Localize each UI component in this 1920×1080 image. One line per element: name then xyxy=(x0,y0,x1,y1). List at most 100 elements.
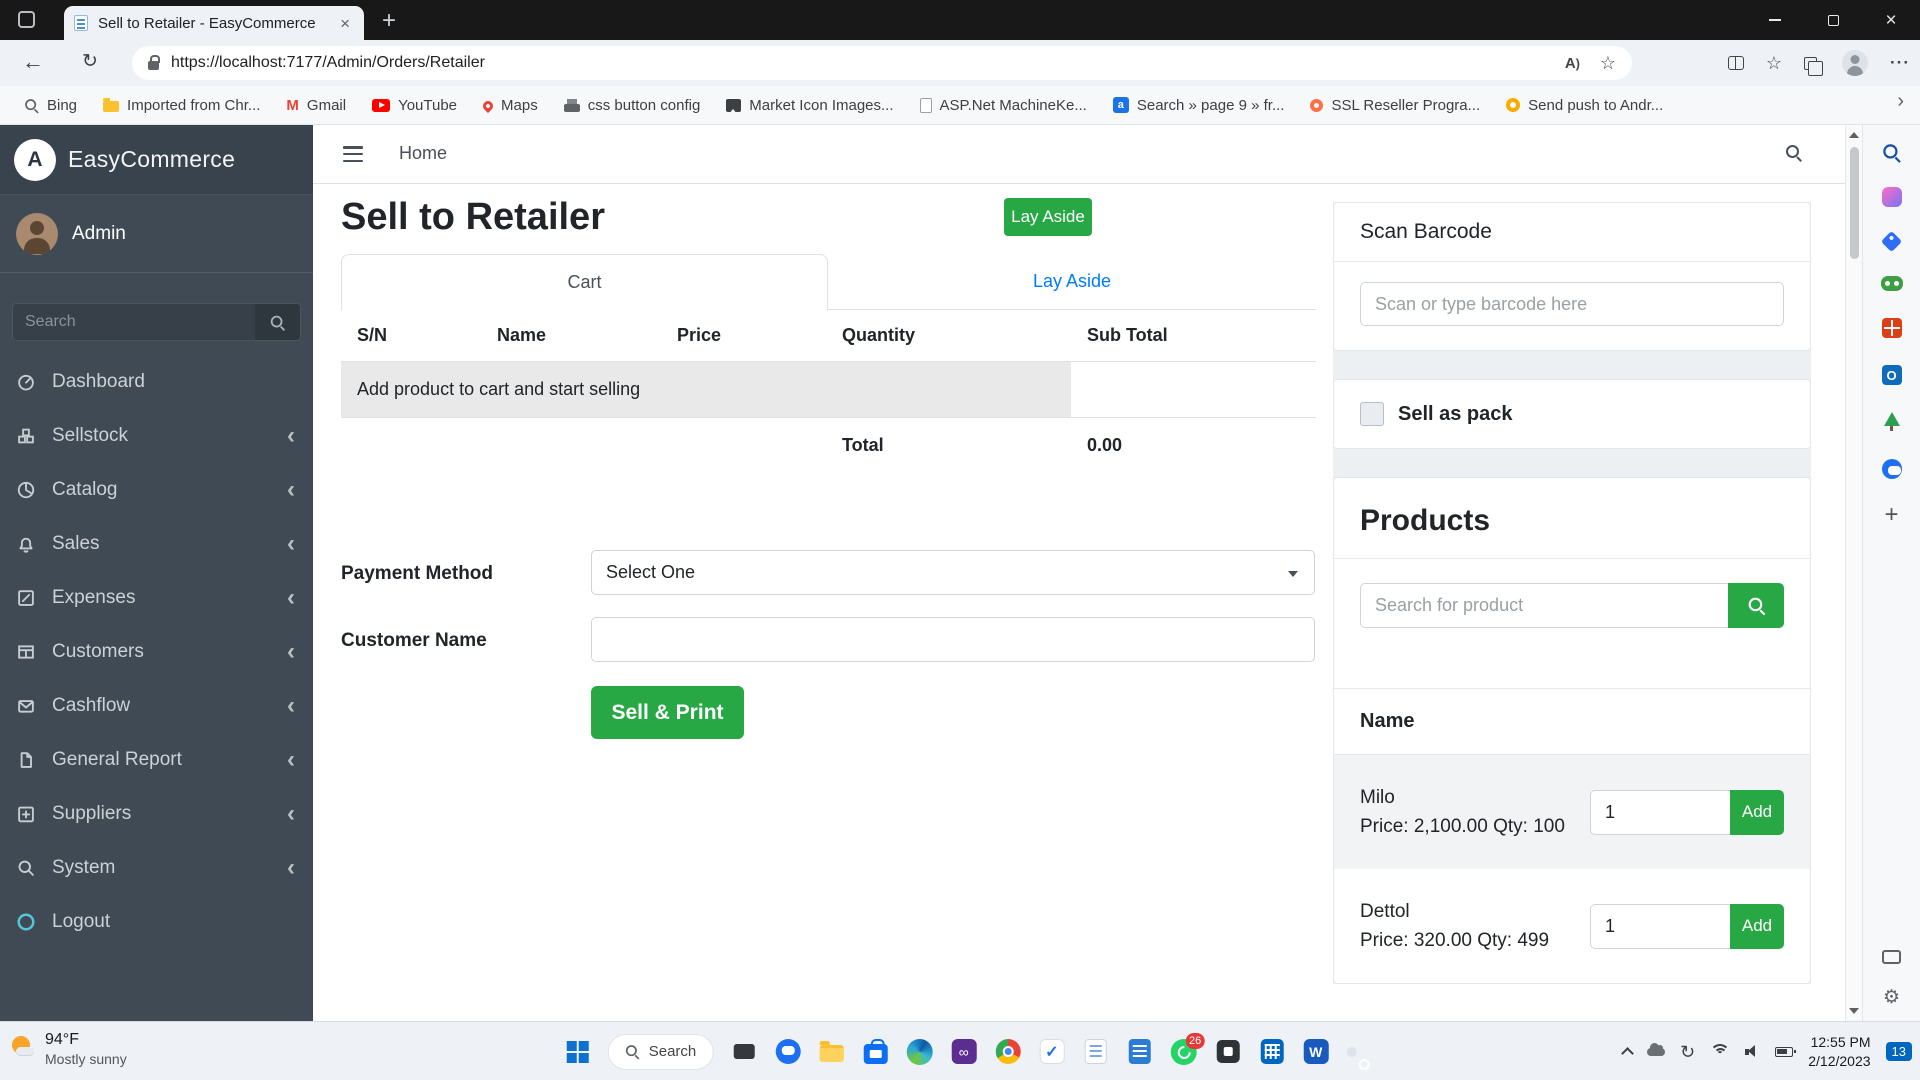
barcode-input[interactable] xyxy=(1360,282,1784,326)
add-favorite-icon[interactable]: ☆ xyxy=(1600,54,1616,72)
notification-badge[interactable]: 13 xyxy=(1885,1042,1912,1061)
taskbar-app-document[interactable] xyxy=(1126,1038,1153,1065)
taskbar-app-whatsapp[interactable]: 26 xyxy=(1170,1033,1205,1065)
screenshot-icon[interactable] xyxy=(1882,950,1901,964)
sidebar-item-sellstock[interactable]: Sellstock ‹ xyxy=(0,409,313,463)
volume-icon[interactable] xyxy=(1745,1045,1760,1058)
clock[interactable]: 12:55 PM 2/12/2023 xyxy=(1808,1033,1870,1071)
taskbar-app-calculator[interactable] xyxy=(1258,1038,1285,1065)
sidebar-item-customers[interactable]: Customers ‹ xyxy=(0,625,313,679)
sidebar-item-dashboard[interactable]: Dashboard xyxy=(0,355,313,409)
scrollbar-thumb[interactable] xyxy=(1850,147,1859,259)
browser-tab[interactable]: Sell to Retailer - EasyCommerce × xyxy=(64,6,364,40)
bookmark-ssl-reseller[interactable]: SSL Reseller Progra... xyxy=(1310,97,1480,114)
taskbar-app-notepad[interactable] xyxy=(1082,1038,1109,1065)
tray-chevron-up-icon[interactable] xyxy=(1621,1047,1635,1060)
sync-icon[interactable]: ↻ xyxy=(1680,1043,1695,1061)
refresh-icon[interactable]: ↻ xyxy=(82,50,98,73)
tab-close-icon[interactable]: × xyxy=(336,13,354,34)
browser-menu-icon[interactable]: ··· xyxy=(1890,53,1910,73)
quantity-input[interactable] xyxy=(1590,903,1730,949)
sidebar-item-catalog[interactable]: Catalog ‹ xyxy=(0,463,313,517)
customer-name-input[interactable] xyxy=(591,617,1315,662)
url-field[interactable]: https://localhost:7177/Admin/Orders/Reta… xyxy=(132,46,1632,80)
product-search-input[interactable] xyxy=(1360,583,1728,628)
sidebar-item-sales[interactable]: Sales ‹ xyxy=(0,517,313,571)
battery-icon[interactable] xyxy=(1775,1046,1797,1057)
taskbar-search[interactable]: Search xyxy=(607,1033,714,1070)
microsoft365-icon[interactable] xyxy=(1881,318,1902,338)
sidebar-item-logout[interactable]: Logout xyxy=(0,895,313,949)
taskbar-app-todo[interactable]: ✓ xyxy=(1038,1038,1065,1065)
bookmarks-overflow-icon[interactable]: › xyxy=(1897,90,1904,113)
scroll-up-icon[interactable] xyxy=(1849,132,1859,138)
bookmark-search-page9[interactable]: a Search » page 9 » fr... xyxy=(1112,97,1284,114)
taskbar-app-dark[interactable] xyxy=(1214,1038,1241,1065)
bookmark-maps[interactable]: Maps xyxy=(480,97,538,114)
payment-method-select[interactable]: Select One xyxy=(591,550,1315,595)
new-tab-button[interactable]: + xyxy=(382,6,396,36)
settings-gear-icon[interactable]: ⚙ xyxy=(1883,988,1900,1007)
grow-tree-icon[interactable] xyxy=(1883,412,1901,432)
tab-cart[interactable]: Cart xyxy=(341,254,828,311)
home-link[interactable]: Home xyxy=(399,143,447,164)
wifi-icon[interactable] xyxy=(1710,1044,1731,1059)
taskbar-app-active[interactable] xyxy=(1346,1046,1357,1057)
window-maximize-button[interactable] xyxy=(1804,0,1862,40)
navbar-search-icon[interactable] xyxy=(1786,145,1801,165)
product-search-button[interactable] xyxy=(1728,583,1784,628)
quantity-input[interactable] xyxy=(1590,789,1730,835)
bookmark-aspnet-machinekey[interactable]: ASP.Net MachineKe... xyxy=(919,97,1087,114)
split-screen-icon[interactable] xyxy=(1727,56,1744,70)
taskbar-app-chrome[interactable] xyxy=(994,1038,1021,1065)
copilot-icon[interactable] xyxy=(1881,187,1902,207)
outlook-icon[interactable]: O xyxy=(1881,365,1902,385)
window-close-button[interactable]: × xyxy=(1862,0,1920,40)
bookmark-css-button-config[interactable]: css button config xyxy=(563,97,700,114)
weather-widget[interactable]: 94°F Mostly sunny xyxy=(10,1030,127,1067)
site-info-lock-icon[interactable] xyxy=(148,55,160,70)
profile-avatar[interactable] xyxy=(1842,50,1869,76)
taskbar-app-edge[interactable] xyxy=(906,1038,933,1065)
taskbar-app-store[interactable] xyxy=(862,1038,889,1065)
scroll-down-icon[interactable] xyxy=(1849,1008,1859,1014)
bookmark-send-push[interactable]: Send push to Andr... xyxy=(1506,97,1663,114)
bookmark-youtube[interactable]: YouTube xyxy=(372,97,457,114)
shopping-tag-icon[interactable] xyxy=(1880,230,1903,253)
taskbar-app-visual-studio[interactable]: ∞ xyxy=(950,1038,977,1065)
page-scrollbar[interactable] xyxy=(1845,125,1862,1021)
hamburger-menu-icon[interactable] xyxy=(343,146,363,162)
sell-print-button[interactable]: Sell & Print xyxy=(591,686,744,739)
favorites-icon[interactable]: ☆ xyxy=(1766,54,1782,72)
games-icon[interactable] xyxy=(1880,276,1903,291)
start-button[interactable] xyxy=(564,1038,591,1065)
sidebar-search-input[interactable] xyxy=(12,303,255,341)
add-panel-icon[interactable]: + xyxy=(1884,503,1898,527)
sidebar-item-expenses[interactable]: Expenses ‹ xyxy=(0,571,313,625)
bookmark-bing[interactable]: Bing xyxy=(24,97,77,114)
read-aloud-icon[interactable]: A) xyxy=(1565,55,1580,72)
bookmark-gmail[interactable]: M Gmail xyxy=(286,97,346,114)
sidebar-item-cashflow[interactable]: Cashflow ‹ xyxy=(0,679,313,733)
sidebar-item-system[interactable]: System ‹ xyxy=(0,841,313,895)
back-icon[interactable]: ← xyxy=(22,49,44,75)
sidebar-search-button[interactable] xyxy=(255,303,301,341)
taskbar-app-word[interactable]: W xyxy=(1302,1038,1329,1065)
tab-lay-aside[interactable]: Lay Aside xyxy=(828,254,1316,309)
lay-aside-button[interactable]: Lay Aside xyxy=(1004,198,1092,236)
taskbar-app-monitor[interactable] xyxy=(730,1038,757,1065)
window-icon[interactable] xyxy=(18,11,35,28)
sell-as-pack-checkbox[interactable] xyxy=(1360,402,1384,426)
add-button[interactable]: Add xyxy=(1730,903,1784,949)
taskbar-app-chat[interactable] xyxy=(774,1038,801,1065)
sidebar-item-suppliers[interactable]: Suppliers ‹ xyxy=(0,787,313,841)
edge-search-icon[interactable] xyxy=(1883,144,1900,161)
bookmark-market-icon-images[interactable]: Market Icon Images... xyxy=(726,97,894,114)
bookmark-imported-folder[interactable]: Imported from Chr... xyxy=(103,97,260,114)
window-minimize-button[interactable] xyxy=(1746,0,1804,40)
sidebar-item-general-report[interactable]: General Report ‹ xyxy=(0,733,313,787)
onedrive-cloud-icon[interactable] xyxy=(1647,1042,1666,1056)
collections-icon[interactable] xyxy=(1804,56,1824,76)
chat-panel-icon[interactable] xyxy=(1881,459,1902,479)
add-button[interactable]: Add xyxy=(1730,789,1784,835)
